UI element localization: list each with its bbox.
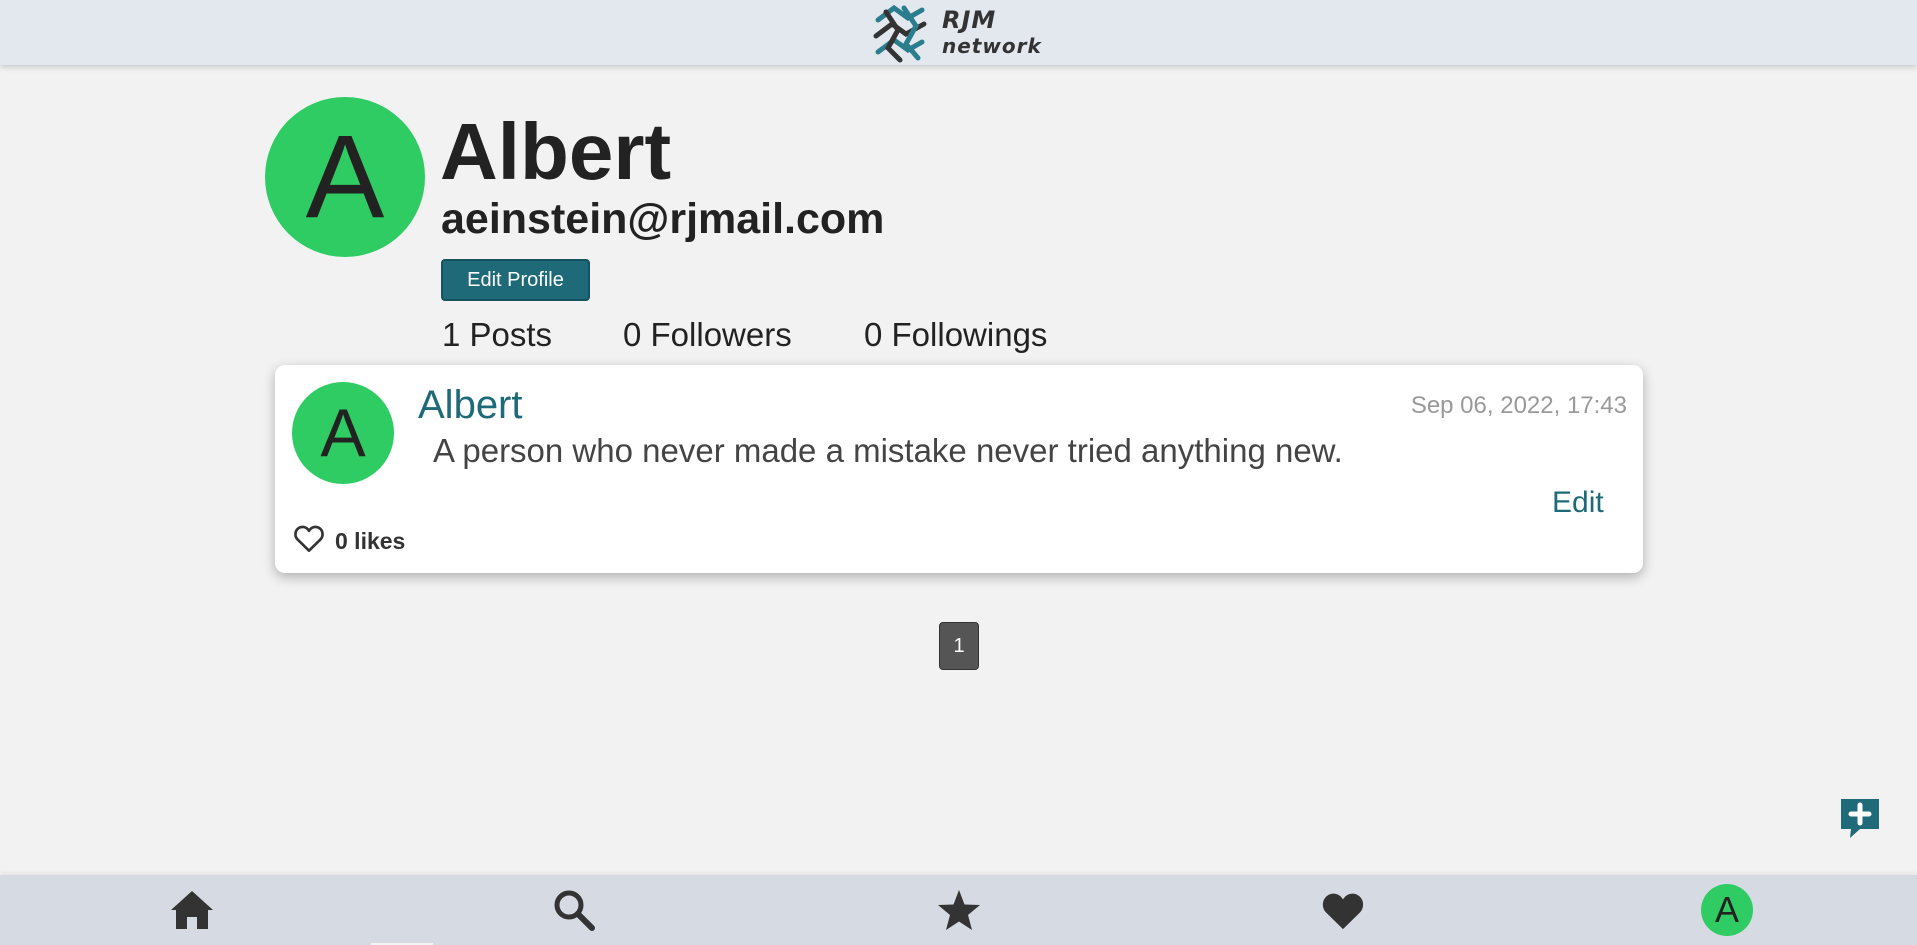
top-header: RJM network bbox=[0, 0, 1917, 65]
followers-count[interactable]: 0 Followers bbox=[623, 315, 792, 355]
profile-name: Albert bbox=[440, 107, 672, 196]
nav-profile[interactable]: A bbox=[1687, 875, 1767, 945]
posts-count: 1 Posts bbox=[442, 316, 553, 353]
logo-text-network: network bbox=[942, 34, 1042, 58]
nav-likes[interactable] bbox=[1303, 875, 1383, 945]
logo-text-rjm: RJM bbox=[942, 6, 997, 34]
nav-favorites[interactable] bbox=[919, 875, 999, 945]
like-count: 0 likes bbox=[335, 528, 406, 554]
edit-post-button[interactable]: Edit bbox=[1552, 485, 1604, 521]
post-card: A Albert Sep 06, 2022, 17:43 A person wh… bbox=[275, 365, 1643, 573]
rjm-network-logo[interactable]: RJM network bbox=[868, 2, 1048, 63]
avatar: A bbox=[1701, 884, 1753, 936]
post-content: A person who never made a mistake never … bbox=[433, 432, 1343, 469]
search-icon bbox=[554, 890, 595, 931]
followings-count[interactable]: 0 Followings bbox=[864, 315, 1047, 355]
home-icon bbox=[171, 891, 213, 929]
heart-outline-icon[interactable] bbox=[293, 523, 325, 553]
logo-mark-icon bbox=[873, 4, 927, 63]
post-timestamp: Sep 06, 2022, 17:43 bbox=[1410, 392, 1627, 419]
nav-home[interactable] bbox=[152, 875, 232, 945]
new-post-comment-plus-icon[interactable] bbox=[1838, 796, 1882, 840]
bottom-navigation: A bbox=[0, 875, 1917, 945]
profile-avatar: A bbox=[265, 97, 425, 257]
nav-search[interactable] bbox=[534, 875, 614, 945]
pagination-page-button[interactable]: 1 bbox=[939, 622, 979, 670]
post-author-avatar[interactable]: A bbox=[292, 382, 394, 484]
profile-email: aeinstein@rjmail.com bbox=[441, 195, 885, 243]
post-author-link[interactable]: Albert bbox=[418, 382, 523, 428]
edit-profile-button[interactable]: Edit Profile bbox=[441, 259, 590, 301]
heart-icon bbox=[1322, 893, 1364, 930]
star-icon bbox=[938, 890, 980, 930]
